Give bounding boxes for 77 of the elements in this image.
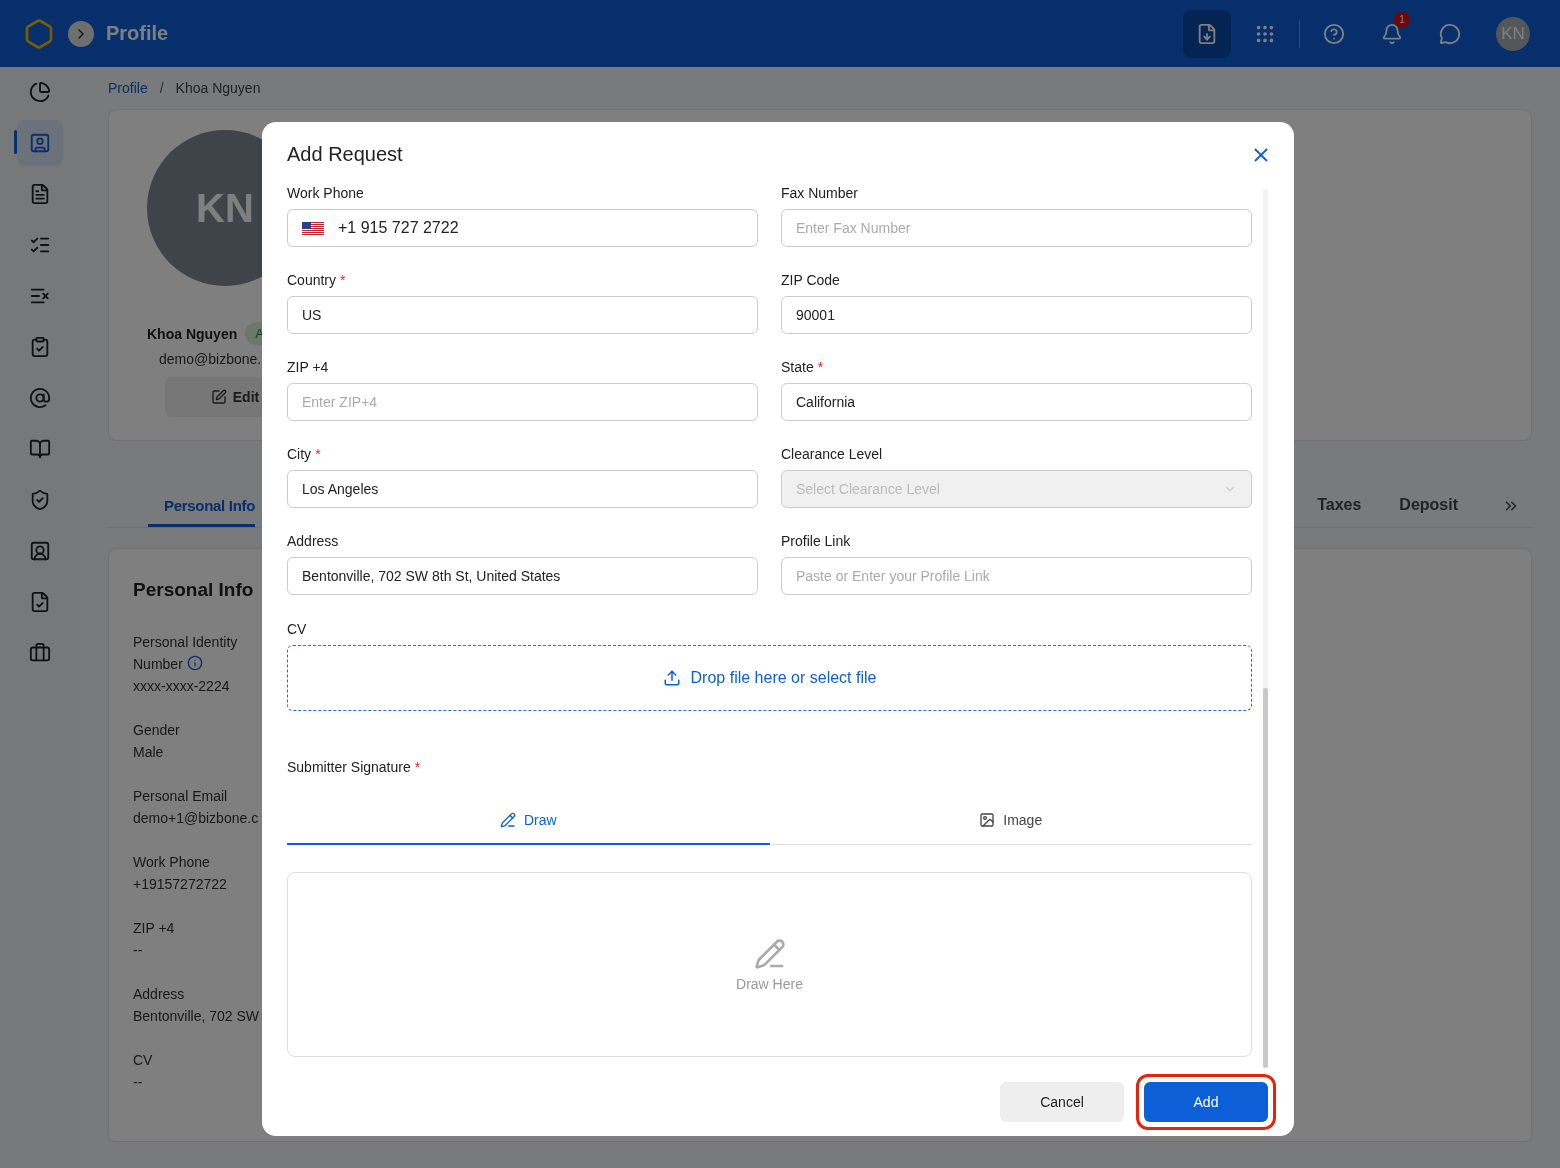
input-field[interactable]: 90001 [781,296,1252,334]
page-title: Profile [106,22,170,45]
info-label: CV [133,1051,154,1070]
briefcase-icon [29,642,51,664]
book-icon [29,438,51,460]
user-card-icon [29,540,51,562]
breadcrumb-link[interactable]: Profile [108,80,148,96]
sidebar-item[interactable] [17,120,63,166]
info-value: demo+1@bizbone.c [133,809,260,828]
info-label: ZIP +4 [133,919,176,938]
info-value: Male [133,743,165,762]
file-download-icon [1196,22,1218,45]
info-icon[interactable] [186,655,203,671]
profile-tab[interactable]: Personal Info [148,489,256,527]
edit-icon [210,389,227,405]
notification-count: 1 [1394,11,1410,28]
bell-icon [1381,22,1403,45]
logo-icon [23,17,55,50]
cancel-button[interactable]: Cancel [1000,1082,1124,1122]
shield-check-icon [29,489,51,511]
profile-name: Khoa Nguyen [147,325,238,342]
info-value: +19157272722 [133,875,228,894]
input-field[interactable]: Los Angeles [287,470,758,508]
profile-tab[interactable]: Taxes [1313,488,1366,527]
field-label: CV [287,620,307,639]
signature-pad[interactable]: Draw Here [287,872,1252,1057]
section-title: Personal Info [133,579,254,601]
info-value: xxxx-xxxx-2224 [133,677,231,696]
input-field[interactable]: US [287,296,758,334]
breadcrumb-current: Khoa Nguyen [175,80,261,96]
field-label: Profile Link [781,532,851,551]
pie-chart-icon [29,81,51,103]
field-label: State * [781,358,824,377]
info-value: -- [133,941,144,960]
contact-card-icon [29,132,51,154]
profile-email: demo@bizbone. [159,351,262,367]
clipboard-check-icon [29,336,51,358]
field-label: Fax Number [781,184,859,203]
info-value: -- [133,1073,144,1092]
profile-tab[interactable]: Deposit [1395,488,1462,527]
pad-hint: Draw Here [736,975,803,992]
field-label: Clearance Level [781,445,883,464]
notifications-button[interactable]: 1 [1368,9,1416,58]
pencil-icon [499,812,516,828]
input-field[interactable]: Enter ZIP+4 [287,383,758,421]
input-field[interactable]: Bentonville, 702 SW 8th St, United States [287,557,758,595]
add-button[interactable]: Add [1144,1082,1268,1122]
input-field[interactable]: Enter Fax Number [781,209,1252,247]
expand-button[interactable] [68,20,94,47]
info-label: Personal Email [133,787,229,806]
field-label: Address [287,532,339,551]
field-label: ZIP Code [781,271,840,290]
breadcrumb-separator: / [159,80,164,96]
upload-icon [662,669,681,687]
document-icon [29,183,51,205]
flag-icon [302,221,324,235]
input-field[interactable]: Paste or Enter your Profile Link [781,557,1252,595]
info-value: Bentonville, 702 SW [133,1007,261,1026]
file-dropzone[interactable]: Drop file here or select file [287,645,1252,711]
chat-icon [1439,22,1461,45]
scrollbar[interactable] [1263,189,1268,1068]
phone-field[interactable]: +1 915 727 2722 [287,209,758,247]
info-label: Address [133,985,186,1004]
field-label: Submitter Signature * [287,758,421,777]
field-label: ZIP +4 [287,358,329,377]
field-label: City * [287,445,321,464]
input-field[interactable]: California [781,383,1252,421]
signature-tab[interactable]: Draw [287,797,770,845]
info-label: Work Phone [133,853,211,872]
signature-tab[interactable]: Image [769,797,1252,845]
info-label: Gender [133,721,181,740]
image-icon [979,812,996,828]
pencil-icon [753,937,786,970]
download-button[interactable] [1183,9,1231,58]
at-sign-icon [29,387,51,409]
help-icon [1323,22,1345,45]
file-check-icon [29,591,51,613]
